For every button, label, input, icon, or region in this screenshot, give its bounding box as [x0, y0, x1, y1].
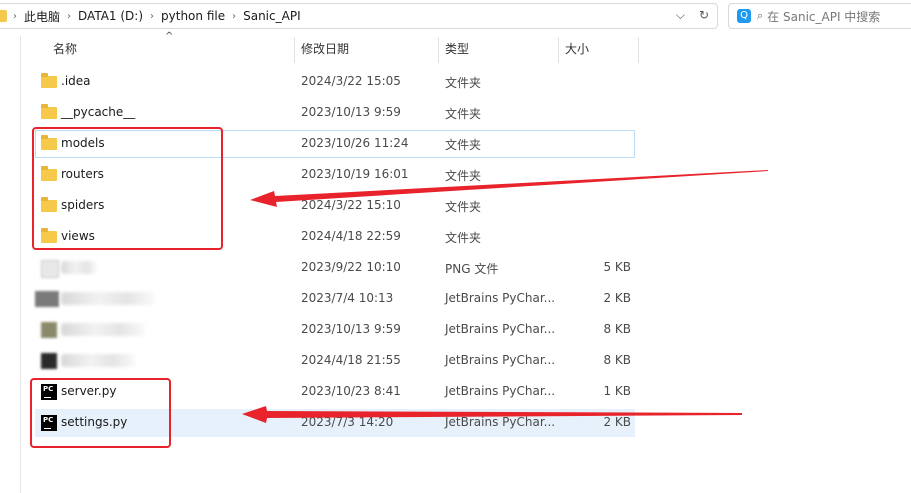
annotation-arrow-lower [242, 406, 742, 423]
annotation-arrows [242, 170, 768, 423]
annotation-arrow-upper [250, 170, 768, 207]
